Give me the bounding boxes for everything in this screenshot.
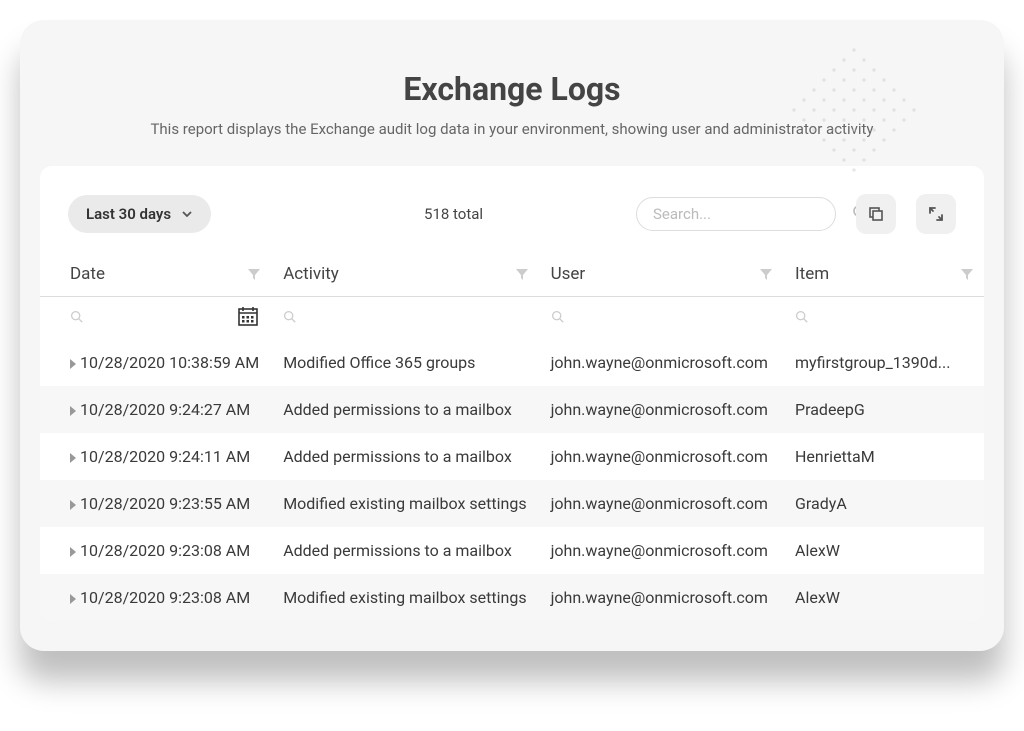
report-panel: Last 30 days 518 total [40, 166, 984, 621]
cell-user: john.wayne@onmicrosoft.com [539, 386, 783, 433]
search-icon[interactable] [551, 311, 564, 327]
cell-item: HenriettaM [783, 433, 984, 480]
cell-activity: Added permissions to a mailbox [271, 527, 538, 574]
search-icon[interactable] [795, 311, 808, 327]
cell-date-text: 10/28/2020 9:23:08 AM [80, 541, 250, 560]
expand-button[interactable] [916, 194, 956, 234]
cell-date: 10/28/2020 9:23:55 AM [40, 480, 271, 527]
cell-activity: Modified existing mailbox settings [271, 574, 538, 621]
table-row[interactable]: 10/28/2020 9:24:11 AM Added permissions t… [40, 433, 984, 480]
column-label: Activity [283, 264, 339, 284]
expand-row-icon[interactable] [70, 594, 76, 604]
cell-user: john.wayne@onmicrosoft.com [539, 574, 783, 621]
date-range-dropdown[interactable]: Last 30 days [68, 195, 211, 233]
table-row[interactable]: 10/28/2020 9:23:55 AM Modified existing m… [40, 480, 984, 527]
calendar-icon[interactable] [237, 305, 259, 331]
expand-row-icon[interactable] [70, 453, 76, 463]
table-header-row: Date Activity User [40, 254, 984, 297]
cell-date-text: 10/28/2020 10:38:59 AM [80, 353, 259, 372]
chevron-down-icon [181, 208, 193, 220]
cell-item: PradeepG [783, 386, 984, 433]
search-input[interactable] [653, 205, 852, 223]
filter-icon[interactable] [515, 266, 529, 286]
search-icon[interactable] [70, 310, 83, 327]
cell-date-text: 10/28/2020 9:23:55 AM [80, 494, 250, 513]
column-label: User [551, 264, 586, 284]
search-icon[interactable] [283, 311, 296, 327]
cell-item: GradyA [783, 480, 984, 527]
filter-icon[interactable] [759, 266, 773, 286]
date-range-label: Last 30 days [86, 205, 171, 223]
page-subtitle: This report displays the Exchange audit … [60, 120, 964, 138]
table-row[interactable]: 10/28/2020 9:23:08 AM Added permissions t… [40, 527, 984, 574]
cell-date-text: 10/28/2020 9:24:11 AM [80, 447, 250, 466]
column-filter-row [40, 297, 984, 340]
column-header-activity[interactable]: Activity [271, 254, 538, 297]
column-header-item[interactable]: Item [783, 254, 984, 297]
column-header-date[interactable]: Date [40, 254, 271, 297]
cell-date: 10/28/2020 9:24:27 AM [40, 386, 271, 433]
table-row[interactable]: 10/28/2020 9:23:08 AM Modified existing m… [40, 574, 984, 621]
cell-item: AlexW [783, 527, 984, 574]
copy-icon [867, 205, 885, 223]
cell-date: 10/28/2020 9:23:08 AM [40, 527, 271, 574]
cell-user: john.wayne@onmicrosoft.com [539, 339, 783, 386]
cell-user: john.wayne@onmicrosoft.com [539, 433, 783, 480]
cell-activity: Added permissions to a mailbox [271, 433, 538, 480]
cell-date: 10/28/2020 9:23:08 AM [40, 574, 271, 621]
filter-icon[interactable] [960, 266, 974, 286]
cell-date: 10/28/2020 10:38:59 AM [40, 339, 271, 386]
cell-date: 10/28/2020 9:24:11 AM [40, 433, 271, 480]
expand-icon [927, 205, 945, 223]
toolbar: Last 30 days 518 total [40, 166, 984, 254]
logs-table: Date Activity User [40, 254, 984, 621]
cell-date-text: 10/28/2020 9:24:27 AM [80, 400, 250, 419]
cell-activity: Modified existing mailbox settings [271, 480, 538, 527]
table-row[interactable]: 10/28/2020 10:38:59 AM Modified Office 36… [40, 339, 984, 386]
report-card: Exchange Logs This report displays the E… [20, 20, 1004, 651]
table-row[interactable]: 10/28/2020 9:24:27 AM Added permissions t… [40, 386, 984, 433]
filter-icon[interactable] [247, 266, 261, 286]
column-label: Date [70, 264, 105, 284]
cell-item: AlexW [783, 574, 984, 621]
column-label: Item [795, 264, 829, 284]
cell-user: john.wayne@onmicrosoft.com [539, 480, 783, 527]
expand-row-icon[interactable] [70, 547, 76, 557]
cell-item: myfirstgroup_1390d... [783, 339, 984, 386]
page-title: Exchange Logs [60, 70, 964, 108]
cell-activity: Modified Office 365 groups [271, 339, 538, 386]
search-field[interactable] [636, 197, 836, 231]
report-header: Exchange Logs This report displays the E… [20, 20, 1004, 166]
expand-row-icon[interactable] [70, 406, 76, 416]
expand-row-icon[interactable] [70, 359, 76, 369]
cell-user: john.wayne@onmicrosoft.com [539, 527, 783, 574]
cell-activity: Added permissions to a mailbox [271, 386, 538, 433]
cell-date-text: 10/28/2020 9:23:08 AM [80, 588, 250, 607]
copy-button[interactable] [856, 194, 896, 234]
column-header-user[interactable]: User [539, 254, 783, 297]
expand-row-icon[interactable] [70, 500, 76, 510]
total-count: 518 total [231, 205, 616, 223]
